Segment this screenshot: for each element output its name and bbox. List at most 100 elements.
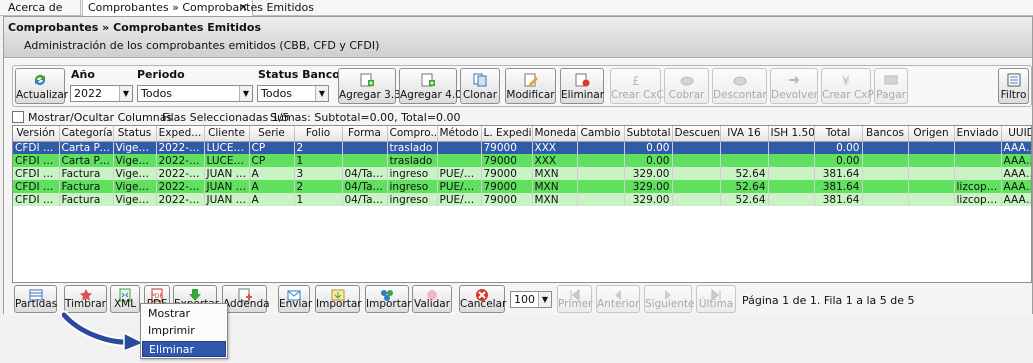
column-header[interactable]: Subtotal bbox=[624, 126, 673, 142]
filtro-label: Filtro bbox=[1000, 89, 1027, 101]
column-header[interactable]: ISH 1.50 bbox=[768, 126, 815, 142]
table-cell: AAAAA... bbox=[1001, 193, 1031, 206]
table-cell: 04/Tarjet... bbox=[342, 180, 388, 193]
column-header[interactable]: UUID bbox=[1001, 126, 1031, 142]
column-header[interactable]: Enviado bbox=[954, 126, 1002, 142]
column-header[interactable]: Forma bbox=[342, 126, 388, 142]
pagar-button[interactable]: Pagar bbox=[874, 68, 908, 104]
table-row[interactable]: CFDI 4.0FacturaVigente2022-11-...JUAN L.… bbox=[13, 180, 1031, 193]
ultima-button[interactable]: Última bbox=[696, 285, 736, 313]
periodo-value: Todos bbox=[141, 87, 173, 100]
eliminar-button[interactable]: Eliminar bbox=[560, 68, 604, 104]
table-cell: AAAAA... bbox=[1001, 141, 1031, 154]
cobrar-button[interactable]: Cobrar bbox=[664, 68, 709, 104]
column-header[interactable]: Folio bbox=[294, 126, 343, 142]
add-document-icon bbox=[421, 73, 435, 87]
column-header[interactable]: L. Expedi... bbox=[481, 126, 533, 142]
menu-item-imprimir[interactable]: Imprimir bbox=[142, 323, 226, 339]
column-header[interactable]: Bancos bbox=[862, 126, 909, 142]
column-header[interactable]: Versión bbox=[13, 126, 60, 142]
table-cell: traslado bbox=[387, 154, 438, 167]
tab-strip: Acerca de Comprobantes » Comprobantes Em… bbox=[0, 0, 1033, 16]
tab-comprobantes-emitidos[interactable]: Comprobantes » Comprobantes Emitidos ✕ bbox=[82, 0, 314, 16]
status-banco-select[interactable]: Todos ▼ bbox=[257, 85, 329, 102]
importar-batch-label: Importar bbox=[366, 298, 412, 310]
agregar-40-button[interactable]: Agregar 4.0 bbox=[399, 68, 462, 104]
column-header[interactable]: Descuento bbox=[672, 126, 721, 142]
pagar-label: Pagar bbox=[876, 89, 906, 101]
crear-cxp-button[interactable]: ¥ Crear CxP bbox=[821, 68, 874, 104]
table-cell bbox=[768, 167, 815, 180]
validar-button[interactable]: Validar bbox=[412, 285, 452, 313]
table-cell: PUE/Pag... bbox=[437, 193, 482, 206]
table-row[interactable]: CFDI 4.0FacturaVigente2022-11-...JUAN L.… bbox=[13, 193, 1031, 206]
table-cell: XXX bbox=[532, 154, 578, 167]
table-cell: ingreso bbox=[387, 193, 438, 206]
table-cell: CP bbox=[249, 154, 295, 167]
partidas-button[interactable]: Partidas bbox=[14, 285, 57, 313]
crear-cxc-button[interactable]: £ Crear CxC bbox=[610, 68, 664, 104]
enviar-button[interactable]: Enviar bbox=[278, 285, 312, 313]
tab-acerca-de[interactable]: Acerca de bbox=[3, 0, 81, 16]
importar-button[interactable]: Importar bbox=[315, 285, 362, 313]
close-icon[interactable]: ✕ bbox=[239, 0, 248, 15]
column-header[interactable]: Cambio bbox=[577, 126, 625, 142]
column-header[interactable]: Categoría bbox=[59, 126, 114, 142]
cancelar-button[interactable]: Cancelar bbox=[459, 285, 507, 313]
primer-button[interactable]: Primer bbox=[557, 285, 592, 313]
table-cell: 1 bbox=[294, 193, 343, 206]
column-header[interactable]: Moneda bbox=[532, 126, 578, 142]
table-cell: AAAAA... bbox=[1001, 154, 1031, 167]
actualizar-button[interactable]: Actualizar bbox=[15, 68, 68, 104]
clonar-label: Clonar bbox=[462, 89, 498, 101]
table-cell: AAAAA... bbox=[1001, 167, 1031, 180]
table-cell bbox=[862, 141, 909, 154]
column-header[interactable]: Origen bbox=[908, 126, 955, 142]
siguiente-button[interactable]: Siguiente bbox=[644, 285, 695, 313]
addenda-button[interactable]: Addenda bbox=[222, 285, 270, 313]
table-cell: traslado bbox=[387, 141, 438, 154]
clonar-button[interactable]: Clonar bbox=[460, 68, 500, 104]
table-cell: JUAN L... bbox=[204, 193, 250, 206]
column-header[interactable]: Total bbox=[814, 126, 863, 142]
column-header[interactable]: Exped... bbox=[156, 126, 205, 142]
periodo-select[interactable]: Todos ▼ bbox=[137, 85, 253, 102]
cancelar-label: Cancelar bbox=[460, 298, 507, 310]
anio-select[interactable]: 2022 ▼ bbox=[70, 85, 133, 102]
page-size-select[interactable]: 100 ▼ bbox=[510, 291, 552, 308]
table-cell bbox=[720, 154, 769, 167]
importar-batch-button[interactable]: Importar bbox=[365, 285, 412, 313]
table-header-row: Versión Categoría Status Exped... Client… bbox=[13, 126, 1031, 142]
menu-item-eliminar[interactable]: Eliminar bbox=[142, 341, 226, 357]
sumas-text: Sumas: Subtotal=0.00, Total=0.00 bbox=[270, 111, 461, 124]
column-header[interactable]: Compro... bbox=[387, 126, 438, 142]
anterior-button[interactable]: Anterior bbox=[596, 285, 640, 313]
column-header[interactable]: IVA 16 bbox=[720, 126, 769, 142]
table-cell: 329.00 bbox=[624, 167, 673, 180]
chevron-down-icon: ▼ bbox=[119, 86, 132, 101]
table-cell: JUAN L... bbox=[204, 180, 250, 193]
table-row[interactable]: CFDI 4.0Carta Po...Vigente2022-12-...LUC… bbox=[13, 141, 1031, 154]
table-row[interactable]: CFDI 4.0Carta Po...Vigente2022-12-...LUC… bbox=[13, 154, 1031, 167]
table-cell: 0.00 bbox=[814, 141, 863, 154]
mostrar-columnas-checkbox[interactable] bbox=[12, 111, 24, 123]
table-cell: 329.00 bbox=[624, 180, 673, 193]
descontar-button[interactable]: Descontar bbox=[712, 68, 767, 104]
agregar-33-button[interactable]: Agregar 3.3 bbox=[338, 68, 401, 104]
table-cell: AAAAA... bbox=[1001, 180, 1031, 193]
column-header[interactable]: Método bbox=[437, 126, 482, 142]
tab-label: Acerca de bbox=[8, 1, 63, 14]
table-cell bbox=[768, 180, 815, 193]
column-header[interactable]: Status bbox=[113, 126, 157, 142]
column-header[interactable]: Serie bbox=[249, 126, 295, 142]
modificar-button[interactable]: Modificar bbox=[505, 68, 556, 104]
crear-cxp-label: Crear CxP bbox=[822, 89, 874, 101]
filtro-button[interactable]: Filtro bbox=[998, 68, 1029, 104]
column-header[interactable]: Cliente bbox=[204, 126, 250, 142]
menu-item-mostrar[interactable]: Mostrar bbox=[142, 306, 226, 322]
table-cell: 0.00 bbox=[624, 154, 673, 167]
table-row[interactable]: CFDI 4.0FacturaVigente2022-11-...JUAN L.… bbox=[13, 167, 1031, 180]
table-cell: lizcopad... bbox=[954, 193, 1002, 206]
devolver-button[interactable]: Devolver bbox=[770, 68, 818, 104]
eliminar-label: Eliminar bbox=[561, 89, 605, 101]
